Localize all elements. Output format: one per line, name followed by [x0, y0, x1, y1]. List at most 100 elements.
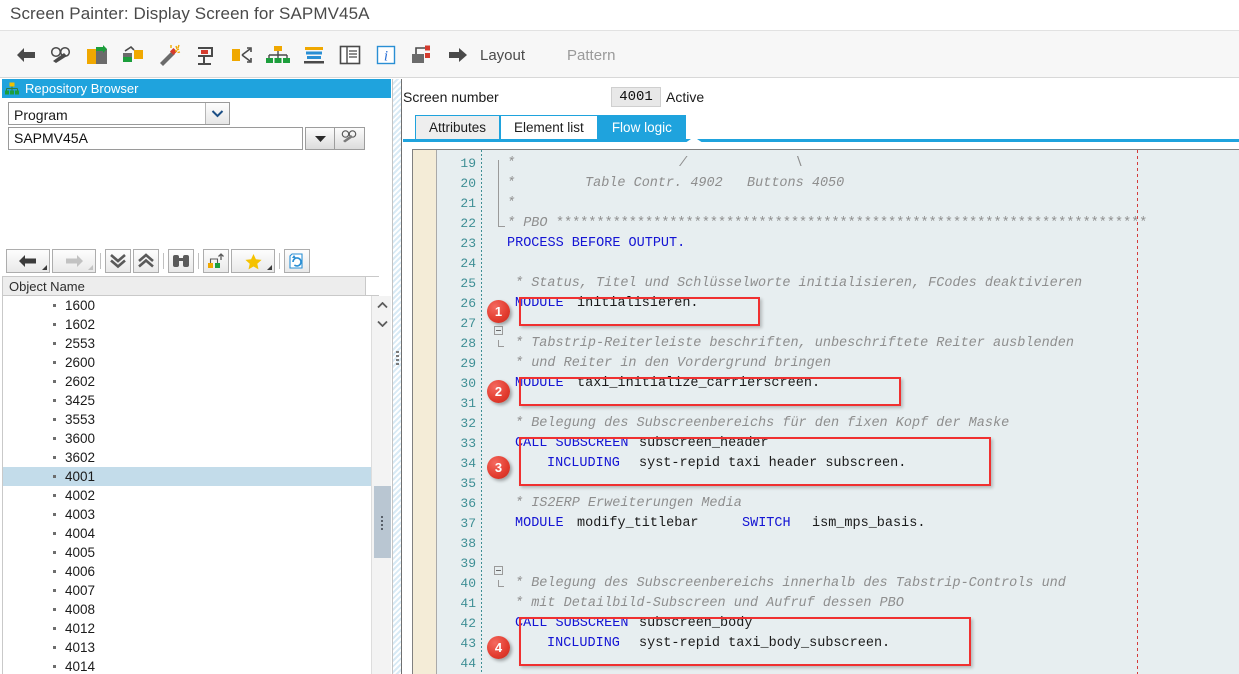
- screen-painter-window: Screen Painter: Display Screen for SAPMV…: [0, 0, 1239, 674]
- tree-item-label: 4008: [65, 602, 96, 617]
- other-object-button[interactable]: [116, 35, 152, 75]
- tree-item-label: 3600: [65, 431, 96, 446]
- gutter-separator: [481, 150, 482, 674]
- chevron-down-icon[interactable]: [205, 103, 229, 124]
- bullet-icon: [53, 627, 56, 630]
- tree-item-4008[interactable]: 4008: [3, 600, 378, 619]
- tree-item-4006[interactable]: 4006: [3, 562, 378, 581]
- toolbar-separator: [194, 249, 203, 273]
- refresh-button[interactable]: [284, 249, 310, 273]
- code-token: MODULE: [515, 516, 564, 531]
- tree-item-4002[interactable]: 4002: [3, 486, 378, 505]
- main-toolbar: i Layout Pattern: [0, 30, 1239, 78]
- tree-item-label: 3553: [65, 412, 96, 427]
- tree-item-4003[interactable]: 4003: [3, 505, 378, 524]
- tree-item-3553[interactable]: 3553: [3, 410, 378, 429]
- object-list-button[interactable]: [260, 35, 296, 75]
- generate-button[interactable]: [152, 35, 188, 75]
- repository-browser-panel: Repository Browser Program SAPMV45A Obje…: [0, 79, 392, 674]
- tree-item-4005[interactable]: 4005: [3, 543, 378, 562]
- tree-item-label: 4014: [65, 659, 96, 674]
- where-used-button[interactable]: [404, 35, 440, 75]
- tab-element-list[interactable]: Element list: [500, 115, 598, 139]
- screen-number-field[interactable]: 4001: [611, 87, 661, 107]
- fold-end-icon: [498, 340, 504, 347]
- scroll-down-icon[interactable]: [372, 314, 392, 332]
- element-list-button[interactable]: [296, 35, 332, 75]
- tab-attributes[interactable]: Attributes: [415, 115, 501, 139]
- line-number: 25: [460, 276, 476, 291]
- tree-item-1600[interactable]: 1600: [3, 296, 378, 315]
- find-button[interactable]: [168, 249, 194, 273]
- tree-item-label: 2600: [65, 355, 96, 370]
- info-button[interactable]: i: [368, 35, 404, 75]
- display-object-list-button[interactable]: [203, 249, 229, 273]
- tree-item-4014[interactable]: 4014: [3, 657, 378, 674]
- tree-item-2600[interactable]: 2600: [3, 353, 378, 372]
- where-used-icon: [410, 44, 434, 66]
- layout-button[interactable]: [440, 35, 476, 75]
- bullet-icon: [53, 304, 56, 307]
- detail-tabs: Attributes Element list Flow logic: [415, 113, 686, 139]
- flow-logic-code-editor[interactable]: 19 20 21 22 23 24 25 26 27 28 29 30 31 32 33 34 35 36 37 38…: [412, 149, 1239, 674]
- tree-item-3600[interactable]: 3600: [3, 429, 378, 448]
- tree-item-4012[interactable]: 4012: [3, 619, 378, 638]
- tree-scrollbar[interactable]: [371, 296, 391, 674]
- toolbar-separator: [275, 249, 284, 273]
- tree-item-label: 3425: [65, 393, 96, 408]
- editor-marker-strip[interactable]: [413, 150, 437, 674]
- nav-forward-button[interactable]: [52, 249, 96, 273]
- tree-column-header-label: Object Name: [9, 278, 85, 294]
- nav-back-button[interactable]: [6, 249, 50, 273]
- tree-item-4001[interactable]: 4001: [3, 467, 378, 486]
- flow-logic-button[interactable]: [188, 35, 224, 75]
- object-search-help-button[interactable]: [335, 127, 365, 150]
- copy-screen-button[interactable]: [80, 35, 116, 75]
- line-number: 39: [460, 556, 476, 571]
- tree-item-label: 4002: [65, 488, 96, 503]
- layout-label[interactable]: Layout: [480, 35, 525, 75]
- object-name-dropdown-button[interactable]: [305, 127, 335, 150]
- fold-toggle-icon[interactable]: [494, 326, 503, 335]
- tree-item-3602[interactable]: 3602: [3, 448, 378, 467]
- tree-item-label: 1602: [65, 317, 96, 332]
- documentation-button[interactable]: [332, 35, 368, 75]
- info-icon: i: [375, 44, 397, 66]
- favorites-button[interactable]: [231, 249, 275, 273]
- editor-fold-column[interactable]: [485, 150, 507, 674]
- display-change-button[interactable]: [44, 35, 80, 75]
- panel-splitter[interactable]: [392, 79, 402, 674]
- dropdown-caret-icon: [88, 265, 93, 270]
- tree-header-filler: [365, 277, 379, 295]
- tree-item-2602[interactable]: 2602: [3, 372, 378, 391]
- bullet-icon: [53, 551, 56, 554]
- fold-toggle-icon[interactable]: [494, 566, 503, 575]
- object-type-select[interactable]: Program: [8, 102, 230, 125]
- tab-flow-logic[interactable]: Flow logic: [597, 115, 686, 139]
- expand-all-button[interactable]: [105, 249, 131, 273]
- forward-navigation-button[interactable]: [224, 35, 260, 75]
- tree-item-3425[interactable]: 3425: [3, 391, 378, 410]
- tree-item-2553[interactable]: 2553: [3, 334, 378, 353]
- editor-code-area[interactable]: * / \ * Table Contr. 4902 Buttons 4050 * * PBO…: [507, 150, 1239, 674]
- bullet-icon: [53, 665, 56, 668]
- tree-item-label: 1600: [65, 298, 96, 313]
- collapse-all-button[interactable]: [133, 249, 159, 273]
- tree-item-4004[interactable]: 4004: [3, 524, 378, 543]
- tree-item-4007[interactable]: 4007: [3, 581, 378, 600]
- line-number: 29: [460, 356, 476, 371]
- tree-item-4013[interactable]: 4013: [3, 638, 378, 657]
- object-name-input[interactable]: SAPMV45A: [8, 127, 303, 150]
- object-tree[interactable]: 1600 1602 2553 2600 2602 3425 3553 3600 3602 4001…: [2, 296, 379, 674]
- tree-item-1602[interactable]: 1602: [3, 315, 378, 334]
- editor-line-numbers: 19 20 21 22 23 24 25 26 27 28 29 30 31 32 33 34 35 36 37 38…: [438, 150, 480, 674]
- window-titlebar: Screen Painter: Display Screen for SAPMV…: [0, 0, 1239, 30]
- object-name-row: SAPMV45A: [8, 127, 365, 150]
- tree-item-label: 4012: [65, 621, 96, 636]
- pattern-label[interactable]: Pattern: [567, 35, 615, 75]
- back-button[interactable]: [8, 35, 44, 75]
- code-token: ****************************************…: [556, 216, 1148, 231]
- code-token: modify_titlebar: [577, 516, 707, 531]
- glasses-pencil-icon: [50, 45, 74, 65]
- scroll-up-icon[interactable]: [372, 296, 392, 314]
